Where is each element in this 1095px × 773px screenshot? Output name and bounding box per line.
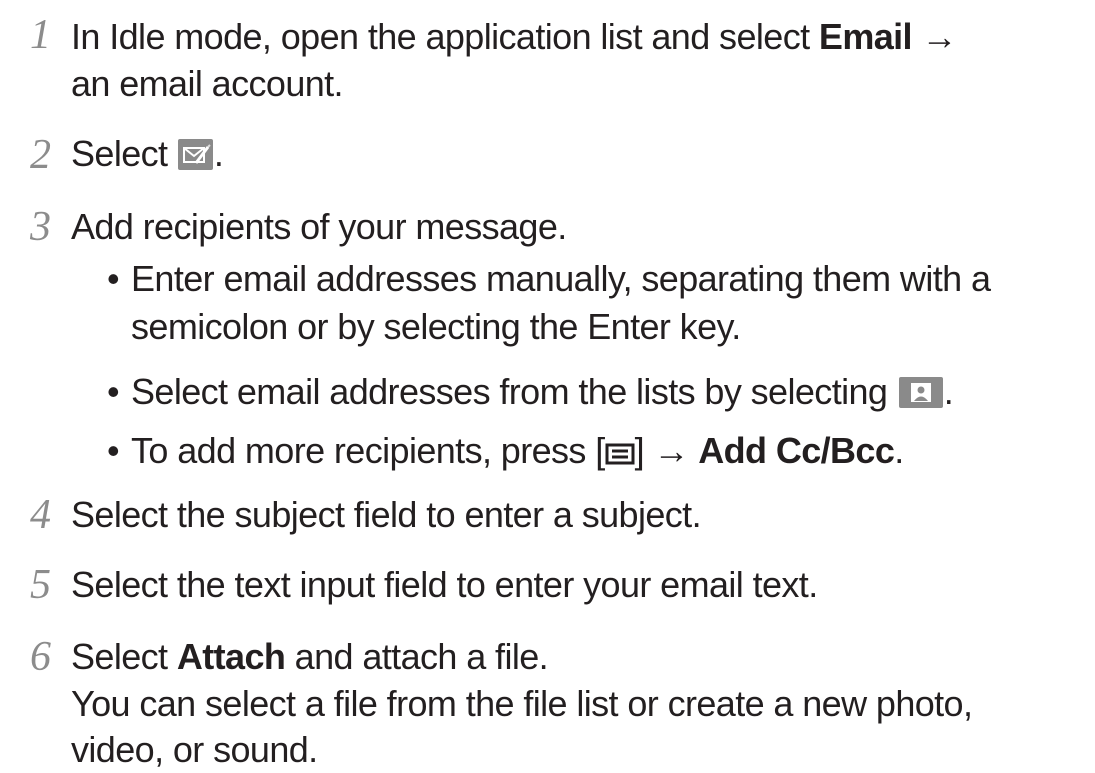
- step-3-line: Add recipients of your message.: [71, 206, 567, 247]
- step-4-line: Select the subject field to enter a subj…: [71, 494, 702, 535]
- bullet-item: • Enter email addresses manually, separat…: [107, 258, 991, 299]
- contacts-icon: [898, 377, 943, 408]
- add-cc-bcc-label: Add Cc/Bcc: [698, 430, 895, 471]
- step-2-line: Select .: [71, 133, 224, 174]
- step-1-line-2: an email account.: [71, 63, 344, 104]
- step-1-line-1: In Idle mode, open the application list …: [71, 16, 957, 57]
- step-number: 6: [30, 634, 51, 680]
- step-number: 1: [30, 12, 51, 58]
- email-label: Email: [818, 16, 913, 57]
- step-number: 5: [30, 562, 51, 608]
- bullet-item-continuation: semicolon or by selecting the Enter key.: [131, 306, 741, 347]
- bullet-item: • To add more recipients, press [ ] → Add…: [107, 428, 904, 476]
- menu-key-icon: [605, 430, 635, 476]
- step-number: 2: [30, 132, 51, 178]
- step-6-note-line-1: You can select a file from the file list…: [71, 683, 973, 724]
- step-number: 3: [30, 204, 51, 250]
- compose-email-icon: [177, 139, 213, 170]
- bullet-item: • Select email addresses from the lists b…: [107, 371, 954, 412]
- step-6-note-line-2: video, or sound.: [71, 729, 318, 770]
- step-number: 4: [30, 492, 51, 538]
- attach-label: Attach: [176, 636, 286, 677]
- step-6-line: Select Attach and attach a file.: [71, 636, 549, 677]
- step-5-line: Select the text input field to enter you…: [71, 564, 818, 605]
